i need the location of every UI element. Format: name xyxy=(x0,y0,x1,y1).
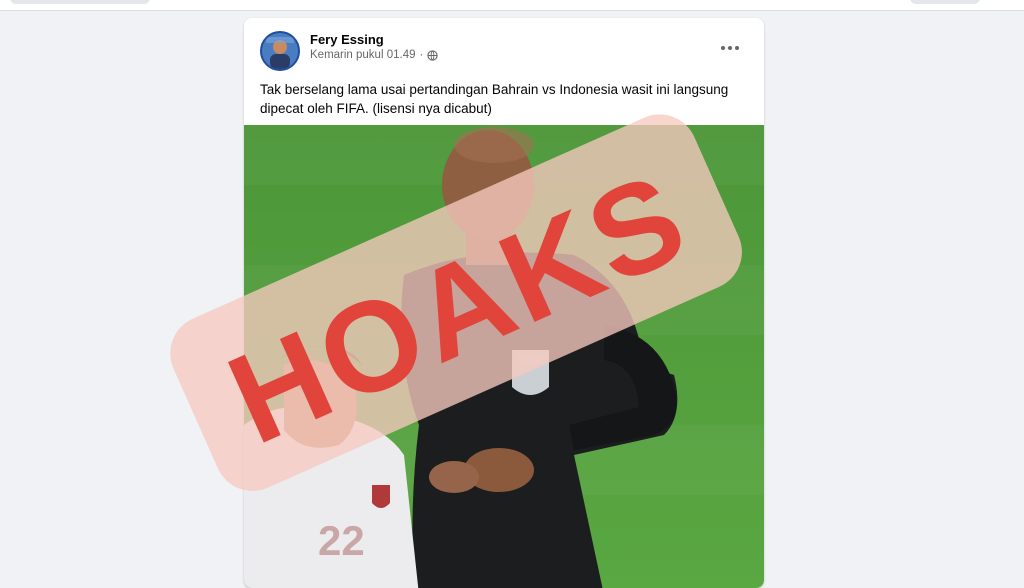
meta-separator: · xyxy=(419,49,424,61)
post-meta: Kemarin pukul 01.49 · xyxy=(310,49,439,61)
post-photo[interactable]: 22 xyxy=(244,125,764,588)
top-navigation-bar xyxy=(0,0,1024,11)
post-author-name[interactable]: Fery Essing xyxy=(310,32,384,47)
referee-photo-illustration: 22 xyxy=(244,125,764,588)
globe-icon xyxy=(427,49,439,61)
facebook-post-card: Fery Essing Kemarin pukul 01.49 · Tak be… xyxy=(244,18,764,588)
post-caption: Tak berselang lama usai pertandingan Bah… xyxy=(260,82,729,116)
more-options-icon[interactable] xyxy=(714,36,746,60)
nav-button[interactable] xyxy=(910,0,980,4)
jersey-number: 22 xyxy=(318,517,365,564)
search-bar[interactable] xyxy=(10,0,150,4)
avatar[interactable] xyxy=(260,31,300,71)
post-timestamp[interactable]: Kemarin pukul 01.49 xyxy=(310,49,415,61)
